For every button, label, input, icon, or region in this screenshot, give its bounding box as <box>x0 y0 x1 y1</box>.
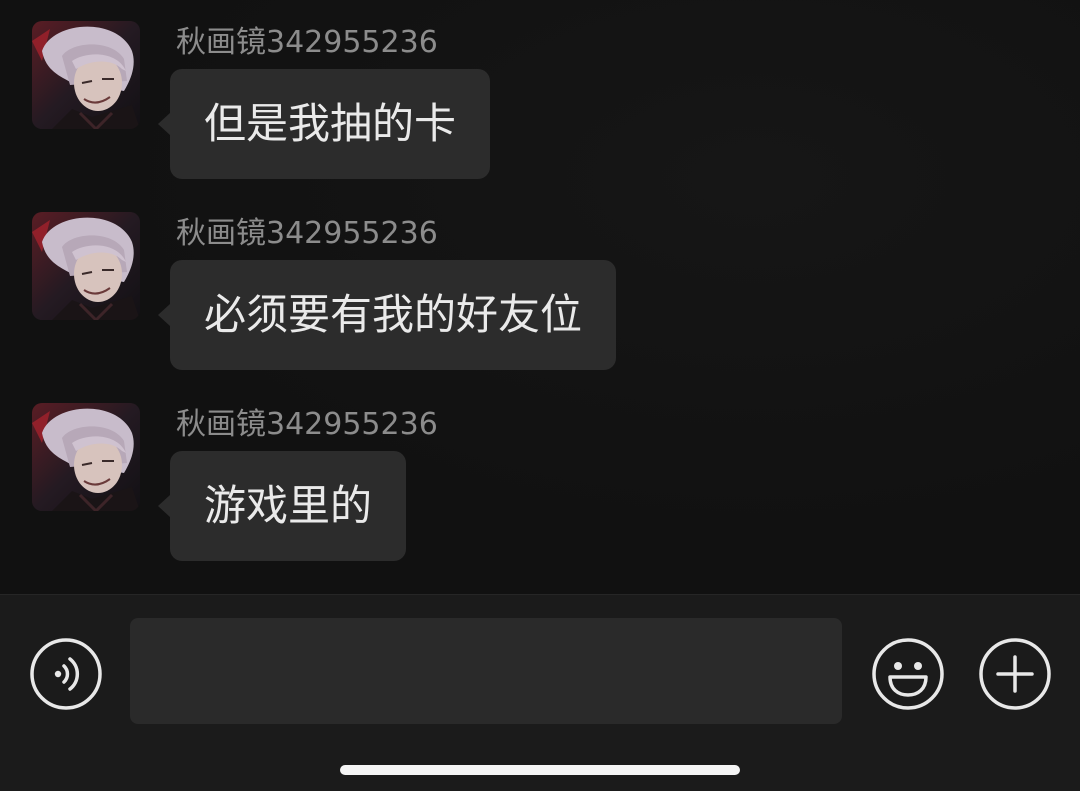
message-bubble[interactable]: 必须要有我的好友位 <box>157 260 617 370</box>
message-input[interactable] <box>130 618 842 724</box>
sender-name: 秋画镜342955236 <box>176 25 438 60</box>
emoji-icon <box>872 638 944 710</box>
sender-name: 秋画镜342955236 <box>176 407 438 442</box>
message-item: 秋画镜342955236 必须要有我的好友位 <box>0 212 1080 372</box>
message-bubble[interactable]: 但是我抽的卡 <box>157 69 491 179</box>
plus-icon <box>979 638 1051 710</box>
emoji-button[interactable] <box>871 637 945 711</box>
chat-screen: 秋画镜342955236 但是我抽的卡 秋画镜342955236 必须要有我的好… <box>0 0 1080 791</box>
avatar-image <box>32 21 140 129</box>
avatar-image <box>32 403 140 511</box>
home-indicator[interactable] <box>340 765 740 775</box>
message-item: 秋画镜342955236 游戏里的 <box>0 403 1080 563</box>
message-list[interactable]: 秋画镜342955236 但是我抽的卡 秋画镜342955236 必须要有我的好… <box>0 0 1080 594</box>
input-bar <box>0 594 1080 791</box>
message-item: 秋画镜342955236 但是我抽的卡 <box>0 21 1080 181</box>
voice-button[interactable] <box>29 637 103 711</box>
voice-icon <box>30 638 102 710</box>
message-bubble[interactable]: 游戏里的 <box>157 451 407 561</box>
avatar-image <box>32 212 140 320</box>
sender-avatar[interactable] <box>32 212 140 320</box>
sender-avatar[interactable] <box>32 21 140 129</box>
more-button[interactable] <box>978 637 1052 711</box>
sender-avatar[interactable] <box>32 403 140 511</box>
sender-name: 秋画镜342955236 <box>176 216 438 251</box>
